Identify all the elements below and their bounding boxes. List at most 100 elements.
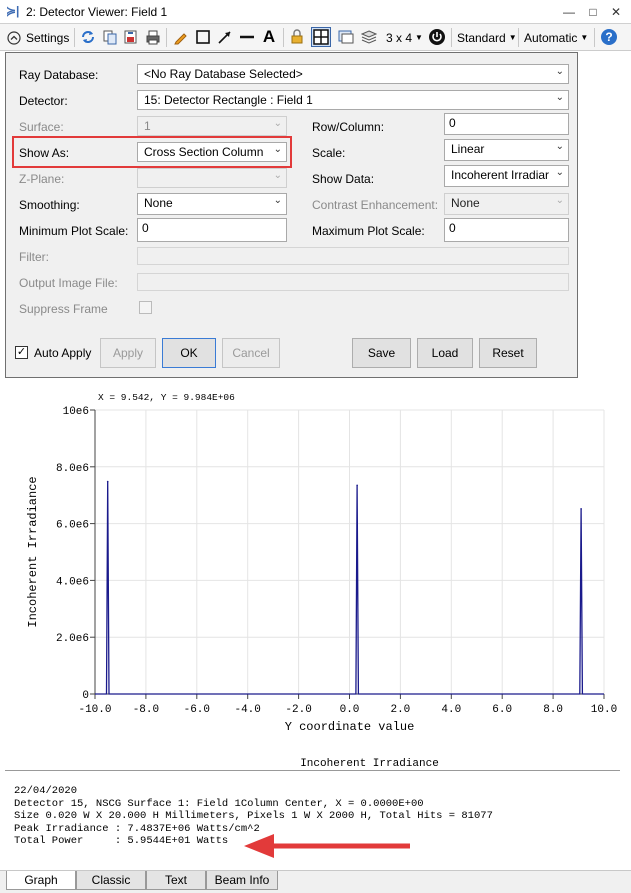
title-bar: ≽| 2: Detector Viewer: Field 1 — □ ✕ [0,0,631,24]
smoothing-select[interactable]: None ⌄ [137,193,287,215]
x-tick-label: -4.0 [234,704,260,716]
highlight-box [12,136,292,168]
scale-select[interactable]: Linear ⌄ [444,139,569,161]
chevron-down-icon: ⌄ [555,92,564,103]
settings-button[interactable]: Settings [7,27,69,48]
ray-database-value: <No Ray Database Selected> [144,67,303,81]
chevron-down-icon: ⌄ [273,170,282,181]
layers-icon[interactable] [359,27,379,47]
ray-database-select[interactable]: <No Ray Database Selected> ⌄ [137,64,569,84]
scale-value: Linear [451,142,485,156]
tab-graph[interactable]: Graph [6,871,76,890]
show-data-select[interactable]: Incoherent Irradiar ⌄ [444,165,569,187]
automatic-dropdown[interactable]: Automatic ▼ [524,27,588,48]
refresh-icon[interactable] [78,27,98,47]
x-tick-label: -2.0 [285,704,311,716]
save-button[interactable]: Save [352,338,411,368]
copy-icon[interactable] [100,27,120,47]
power-icon[interactable] [427,27,447,47]
x-tick-label: 10.0 [591,704,617,716]
window-layout-icon[interactable] [336,27,356,47]
contrast-enhancement-select: None ⌄ [444,193,569,215]
lock-icon[interactable] [287,27,307,47]
close-button[interactable]: ✕ [607,3,625,21]
detector-select[interactable]: 15: Detector Rectangle : Field 1 ⌄ [137,90,569,110]
automatic-label: Automatic [524,30,578,45]
minimize-button[interactable]: — [560,3,578,21]
help-icon[interactable]: ? [599,27,619,47]
print-icon[interactable] [143,27,163,47]
x-tick-label: 6.0 [492,704,512,716]
tab-beam-info[interactable]: Beam Info [206,871,278,890]
plot-area[interactable]: -10.0 -8.0 -6.0 -4.0 -2.0 0.0 2.0 4.0 6.0 8.0 10.0… [0,378,631,770]
y-tick-label: 0 [82,690,89,702]
smoothing-label: Smoothing: [19,198,80,212]
row-column-input[interactable]: 0 [444,113,569,135]
y-tick-label: 4.0e6 [56,576,89,588]
y-tick-label: 8.0e6 [56,463,89,475]
y-axis-label: Incoherent Irradiance [26,476,40,627]
x-tick-label: 8.0 [543,704,563,716]
chevron-down-icon: ⌄ [273,195,282,206]
x-tick-label: -10.0 [78,704,111,716]
contrast-enhancement-value: None [451,196,480,210]
pencil-icon[interactable] [171,27,191,47]
data-point [580,508,582,510]
x-tick-label: -8.0 [133,704,159,716]
chevron-down-icon: ⌄ [273,118,282,129]
show-data-value: Incoherent Irradiar [451,168,550,182]
settings-panel: Ray Database: <No Ray Database Selected>… [5,52,578,378]
grid-view-icon[interactable] [311,27,331,47]
text-tool-icon[interactable]: A [259,27,279,47]
detector-label: Detector: [19,94,68,108]
scale-label: Scale: [312,146,346,160]
tab-text[interactable]: Text [146,871,206,890]
line-tool-icon[interactable] [237,27,257,47]
auto-apply-checkbox[interactable]: ✓ [15,346,28,359]
reset-button[interactable]: Reset [479,338,537,368]
cancel-button[interactable]: Cancel [222,338,280,368]
ok-button[interactable]: OK [162,338,216,368]
arrow-tool-icon[interactable] [215,27,235,47]
chevron-down-icon: ⌄ [555,195,564,206]
tab-bar: Graph Classic Text Beam Info [0,870,631,893]
layout-dropdown[interactable]: 3 x 4 ▼ [386,27,423,48]
export-icon[interactable] [121,27,141,47]
rectangle-icon[interactable] [193,27,213,47]
min-plot-scale-input[interactable]: 0 [137,218,287,242]
show-data-label: Show Data: [312,172,375,186]
surface-value: 1 [144,119,151,133]
max-plot-scale-input[interactable]: 0 [444,218,569,242]
window-title: 2: Detector Viewer: Field 1 [26,5,168,19]
tab-classic[interactable]: Classic [76,871,146,890]
chevron-down-icon: ⌄ [555,66,564,77]
ray-database-label: Ray Database: [19,68,99,82]
chevron-down-icon: ⌄ [555,167,564,178]
report-date: 22/04/2020 [14,785,78,797]
x-axis-label: Y coordinate value [285,720,415,734]
apply-button[interactable]: Apply [100,338,156,368]
dropdown-caret-icon: ▼ [508,33,517,42]
suppress-frame-label: Suppress Frame [19,302,108,316]
plot-caption: Incoherent Irradiance [300,758,439,770]
app-logo-icon: ≽| [6,4,20,18]
load-button[interactable]: Load [417,338,473,368]
settings-label: Settings [26,30,70,45]
dropdown-caret-icon: ▼ [415,33,423,42]
x-tick-label: 2.0 [390,704,410,716]
layout-label: 3 x 4 [386,30,413,45]
data-point [106,480,109,483]
y-tick-label: 2.0e6 [56,633,89,645]
chevron-up-circle-icon [7,30,21,45]
min-plot-scale-label: Minimum Plot Scale: [19,224,129,238]
x-tick-label: 0.0 [340,704,360,716]
standard-label: Standard [457,30,506,45]
filter-input [137,247,569,265]
z-plane-label: Z-Plane: [19,172,65,186]
max-plot-scale-label: Maximum Plot Scale: [312,224,425,238]
detector-value: 15: Detector Rectangle : Field 1 [144,93,313,107]
standard-dropdown[interactable]: Standard ▼ [457,27,517,48]
x-tick-label: 4.0 [441,704,461,716]
restore-button[interactable]: □ [584,3,602,21]
x-tick-label: -6.0 [184,704,210,716]
